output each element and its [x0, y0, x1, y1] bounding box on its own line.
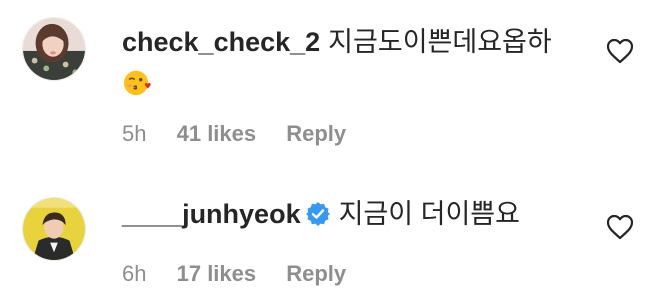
comment-text: 지금이 더이쁨요: [338, 199, 520, 229]
reply-button[interactable]: Reply: [286, 121, 346, 146]
kissing-face-with-heart-icon: [123, 70, 151, 95]
avatar[interactable]: [22, 17, 86, 81]
comment-username[interactable]: ____junhyeok: [122, 199, 301, 229]
comment-meta: 6h 17 likes Reply: [122, 260, 370, 288]
comment-thread: check_check_2 지금도이쁜데요옵하 5h 41 likes Reply: [0, 0, 652, 302]
reply-button[interactable]: Reply: [286, 261, 346, 286]
verified-badge-icon: [305, 202, 330, 226]
likes-count[interactable]: 17 likes: [177, 261, 257, 286]
comment-time: 5h: [122, 121, 147, 146]
comment-username[interactable]: check_check_2: [122, 27, 320, 57]
comment-item: check_check_2 지금도이쁜데요옵하 5h 41 likes Reply: [0, 0, 652, 160]
like-heart-icon[interactable]: [606, 38, 634, 64]
likes-count[interactable]: 41 likes: [177, 121, 257, 146]
avatar-photo: [23, 18, 85, 80]
comment-body: ____junhyeok 지금이 더이쁨요: [122, 196, 582, 232]
comment-item: ____junhyeok 지금이 더이쁨요 6h 17 likes Reply: [0, 160, 652, 302]
avatar[interactable]: [22, 197, 86, 261]
comment-body: check_check_2 지금도이쁜데요옵하: [122, 24, 582, 98]
comment-meta: 5h 41 likes Reply: [122, 120, 370, 148]
emoji-line: [122, 62, 582, 98]
avatar-photo: [23, 198, 85, 260]
comment-text: 지금도이쁜데요옵하: [328, 27, 552, 57]
like-heart-icon[interactable]: [606, 214, 634, 240]
comment-time: 6h: [122, 261, 147, 286]
